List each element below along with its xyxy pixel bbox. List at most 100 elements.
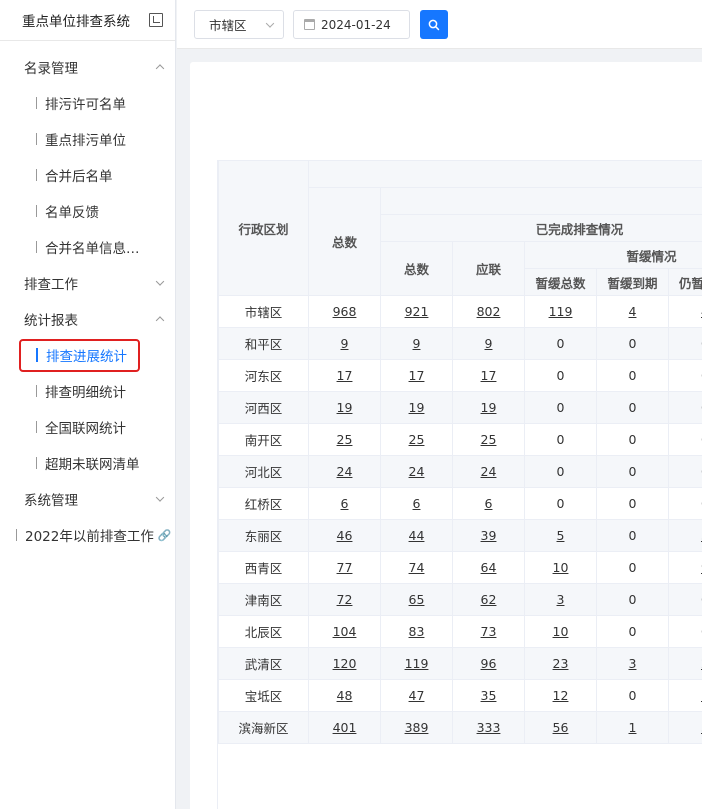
count-link[interactable]: 74	[409, 560, 425, 575]
cell-total[interactable]: 120	[308, 647, 381, 680]
count-link[interactable]: 104	[333, 624, 357, 639]
cell-still[interactable]: 5	[667, 519, 702, 552]
cell-still[interactable]: 9	[667, 551, 702, 584]
menu-group-inspection-work[interactable]: 排查工作	[0, 265, 175, 301]
menu-item-merged-list[interactable]: 合并后名单	[0, 157, 175, 193]
cell-link[interactable]: 62	[452, 583, 525, 616]
cell-link[interactable]: 35	[452, 679, 525, 712]
cell-done[interactable]: 389	[380, 711, 453, 744]
cell-total[interactable]: 17	[308, 359, 381, 392]
count-link[interactable]: 921	[405, 304, 429, 319]
cell-done[interactable]: 65	[380, 583, 453, 616]
cell-sus[interactable]: 23	[524, 647, 597, 680]
count-link[interactable]: 73	[481, 624, 497, 639]
count-link[interactable]: 401	[333, 720, 357, 735]
count-link[interactable]: 64	[481, 560, 497, 575]
cell-sus[interactable]: 119	[524, 295, 597, 328]
menu-item-detail-stats[interactable]: 排查明细统计	[0, 373, 175, 409]
count-link[interactable]: 48	[337, 688, 353, 703]
cell-sus[interactable]: 10	[524, 615, 597, 648]
cell-link[interactable]: 25	[452, 423, 525, 456]
cell-link[interactable]: 333	[452, 711, 525, 744]
cell-total[interactable]: 24	[308, 455, 381, 488]
cell-due[interactable]: 4	[596, 295, 669, 328]
cell-link[interactable]: 17	[452, 359, 525, 392]
cell-done[interactable]: 9	[380, 327, 453, 360]
cell-sus[interactable]: 5	[524, 519, 597, 552]
count-link[interactable]: 17	[337, 368, 353, 383]
count-link[interactable]: 10	[553, 624, 569, 639]
menu-item-permit-list[interactable]: 排污许可名单	[0, 85, 175, 121]
cell-link[interactable]: 64	[452, 551, 525, 584]
count-link[interactable]: 56	[553, 720, 569, 735]
count-link[interactable]: 23	[553, 656, 569, 671]
menu-item-merged-info[interactable]: 合并名单信息…	[0, 229, 175, 265]
cell-done[interactable]: 6	[380, 487, 453, 520]
count-link[interactable]: 96	[481, 656, 497, 671]
menu-item-overdue-list[interactable]: 超期未联网清单	[0, 445, 175, 481]
count-link[interactable]: 6	[485, 496, 493, 511]
cell-total[interactable]: 72	[308, 583, 381, 616]
count-link[interactable]: 9	[485, 336, 493, 351]
count-link[interactable]: 9	[341, 336, 349, 351]
cell-done[interactable]: 17	[380, 359, 453, 392]
cell-still[interactable]: 1	[667, 679, 702, 712]
count-link[interactable]: 19	[337, 400, 353, 415]
menu-item-network-stats[interactable]: 全国联网统计	[0, 409, 175, 445]
cell-done[interactable]: 83	[380, 615, 453, 648]
cell-link[interactable]: 24	[452, 455, 525, 488]
count-link[interactable]: 19	[481, 400, 497, 415]
cell-total[interactable]: 25	[308, 423, 381, 456]
count-link[interactable]: 44	[409, 528, 425, 543]
count-link[interactable]: 968	[333, 304, 357, 319]
cell-due[interactable]: 3	[596, 647, 669, 680]
count-link[interactable]: 6	[341, 496, 349, 511]
count-link[interactable]: 17	[481, 368, 497, 383]
cell-done[interactable]: 921	[380, 295, 453, 328]
count-link[interactable]: 65	[409, 592, 425, 607]
count-link[interactable]: 389	[405, 720, 429, 735]
count-link[interactable]: 6	[413, 496, 421, 511]
count-link[interactable]: 25	[409, 432, 425, 447]
count-link[interactable]: 35	[481, 688, 497, 703]
count-link[interactable]: 72	[337, 592, 353, 607]
menu-group-directory[interactable]: 名录管理	[0, 49, 175, 85]
date-picker[interactable]: 2024-01-24	[293, 10, 410, 39]
menu-item-list-feedback[interactable]: 名单反馈	[0, 193, 175, 229]
cell-link[interactable]: 19	[452, 391, 525, 424]
cell-total[interactable]: 968	[308, 295, 381, 328]
count-link[interactable]: 77	[337, 560, 353, 575]
cell-total[interactable]: 6	[308, 487, 381, 520]
count-link[interactable]: 120	[333, 656, 357, 671]
cell-still[interactable]: 4	[667, 295, 702, 328]
cell-total[interactable]: 77	[308, 551, 381, 584]
cell-link[interactable]: 73	[452, 615, 525, 648]
cell-sus[interactable]: 10	[524, 551, 597, 584]
cell-link[interactable]: 96	[452, 647, 525, 680]
count-link[interactable]: 9	[413, 336, 421, 351]
count-link[interactable]: 24	[409, 464, 425, 479]
cell-total[interactable]: 104	[308, 615, 381, 648]
cell-link[interactable]: 6	[452, 487, 525, 520]
cell-done[interactable]: 44	[380, 519, 453, 552]
count-link[interactable]: 802	[477, 304, 501, 319]
cell-done[interactable]: 24	[380, 455, 453, 488]
count-link[interactable]: 12	[553, 688, 569, 703]
cell-done[interactable]: 25	[380, 423, 453, 456]
count-link[interactable]: 39	[481, 528, 497, 543]
cell-total[interactable]: 46	[308, 519, 381, 552]
count-link[interactable]: 24	[481, 464, 497, 479]
menu-item-legacy[interactable]: 2022年以前排查工作 🔗	[0, 517, 175, 553]
cell-done[interactable]: 74	[380, 551, 453, 584]
count-link[interactable]: 1	[629, 720, 637, 735]
cell-total[interactable]: 401	[308, 711, 381, 744]
count-link[interactable]: 19	[409, 400, 425, 415]
cell-link[interactable]: 802	[452, 295, 525, 328]
count-link[interactable]: 4	[629, 304, 637, 319]
cell-total[interactable]: 48	[308, 679, 381, 712]
cell-sus[interactable]: 3	[524, 583, 597, 616]
menu-group-system[interactable]: 系统管理	[0, 481, 175, 517]
cell-due[interactable]: 1	[596, 711, 669, 744]
count-link[interactable]: 3	[557, 592, 565, 607]
search-button[interactable]	[420, 10, 448, 39]
